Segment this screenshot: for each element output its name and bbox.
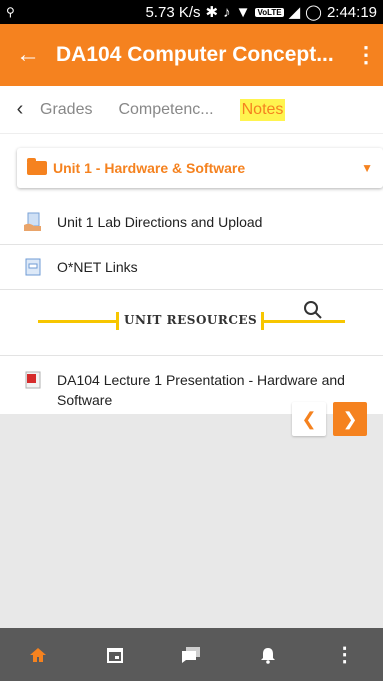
network-speed: 5.73 K/s	[145, 3, 201, 21]
tab-grades[interactable]: Grades	[40, 101, 92, 119]
folder-icon	[27, 158, 47, 175]
list-item[interactable]: O*NET Links	[0, 245, 383, 290]
link-doc-icon	[23, 257, 43, 277]
home-icon	[30, 647, 47, 662]
vpn-key-icon: ⚲	[6, 5, 15, 19]
tab-bar: ‹ Grades Competenc... Notes	[0, 86, 383, 134]
battery-icon: ◯	[305, 4, 322, 21]
signal-icon: ◢	[288, 4, 301, 21]
next-page-button[interactable]: ❯	[333, 402, 367, 436]
list-item-label: O*NET Links	[57, 259, 138, 275]
nav-chat[interactable]	[171, 635, 211, 675]
unit-dropdown[interactable]: Unit 1 - Hardware & Software ▼	[17, 148, 383, 188]
calendar-icon	[106, 647, 123, 663]
nav-more[interactable]: ⋮	[325, 635, 365, 675]
chevron-right-icon: ❯	[342, 408, 358, 429]
arrow-back-icon[interactable]: ←	[0, 41, 56, 69]
tab-notes[interactable]: Notes	[239, 98, 286, 121]
chat-icon	[182, 646, 201, 663]
volte-badge: VoLTE	[255, 7, 284, 17]
list-item-label: Unit 1 Lab Directions and Upload	[57, 214, 263, 230]
nav-calendar[interactable]	[95, 635, 135, 675]
status-bar: ⚲ 5.73 K/s ✱ ♪ ▼ VoLTE ◢ ◯ 2:44:19	[0, 0, 383, 24]
list-item[interactable]: Unit 1 Lab Directions and Upload	[0, 200, 383, 245]
banner-line-left	[38, 320, 118, 323]
chevron-left-icon[interactable]: ‹	[0, 98, 40, 121]
nav-home[interactable]	[18, 635, 58, 675]
bluetooth-icon: ✱	[205, 4, 219, 21]
nav-notifications[interactable]	[248, 635, 288, 675]
banner-text: UNIT RESOURCES	[124, 313, 258, 327]
bottom-nav: ⋮	[0, 628, 383, 681]
more-vert-icon[interactable]: ⋮	[349, 42, 383, 68]
more-vert-icon: ⋮	[334, 644, 355, 666]
chevron-left-icon: ❮	[301, 408, 317, 429]
banner-tick-left	[116, 312, 119, 330]
unit-resources-banner: UNIT RESOURCES	[0, 290, 383, 356]
wifi-icon: ▼	[235, 3, 251, 21]
clock: 2:44:19	[326, 3, 377, 21]
tab-competencies[interactable]: Competenc...	[118, 101, 213, 119]
pdf-icon	[23, 370, 43, 390]
caret-down-icon: ▼	[361, 161, 373, 175]
resource-list: Unit 1 Lab Directions and Upload O*NET L…	[0, 200, 383, 414]
status-right: 5.73 K/s ✱ ♪ ▼ VoLTE ◢ ◯ 2:44:19	[145, 3, 377, 22]
mute-icon: ♪	[223, 3, 231, 21]
bell-icon	[261, 647, 276, 664]
pager: ❮ ❯	[292, 402, 367, 436]
page-title: DA104 Computer Concept...	[56, 43, 334, 66]
app-bar: ← DA104 Computer Concept... ⋮	[0, 24, 383, 86]
unit-dropdown-label: Unit 1 - Hardware & Software	[53, 160, 246, 176]
content-empty-area	[0, 414, 383, 628]
search-icon	[303, 300, 323, 325]
previous-page-button[interactable]: ❮	[292, 402, 326, 436]
upload-doc-icon	[23, 212, 43, 232]
